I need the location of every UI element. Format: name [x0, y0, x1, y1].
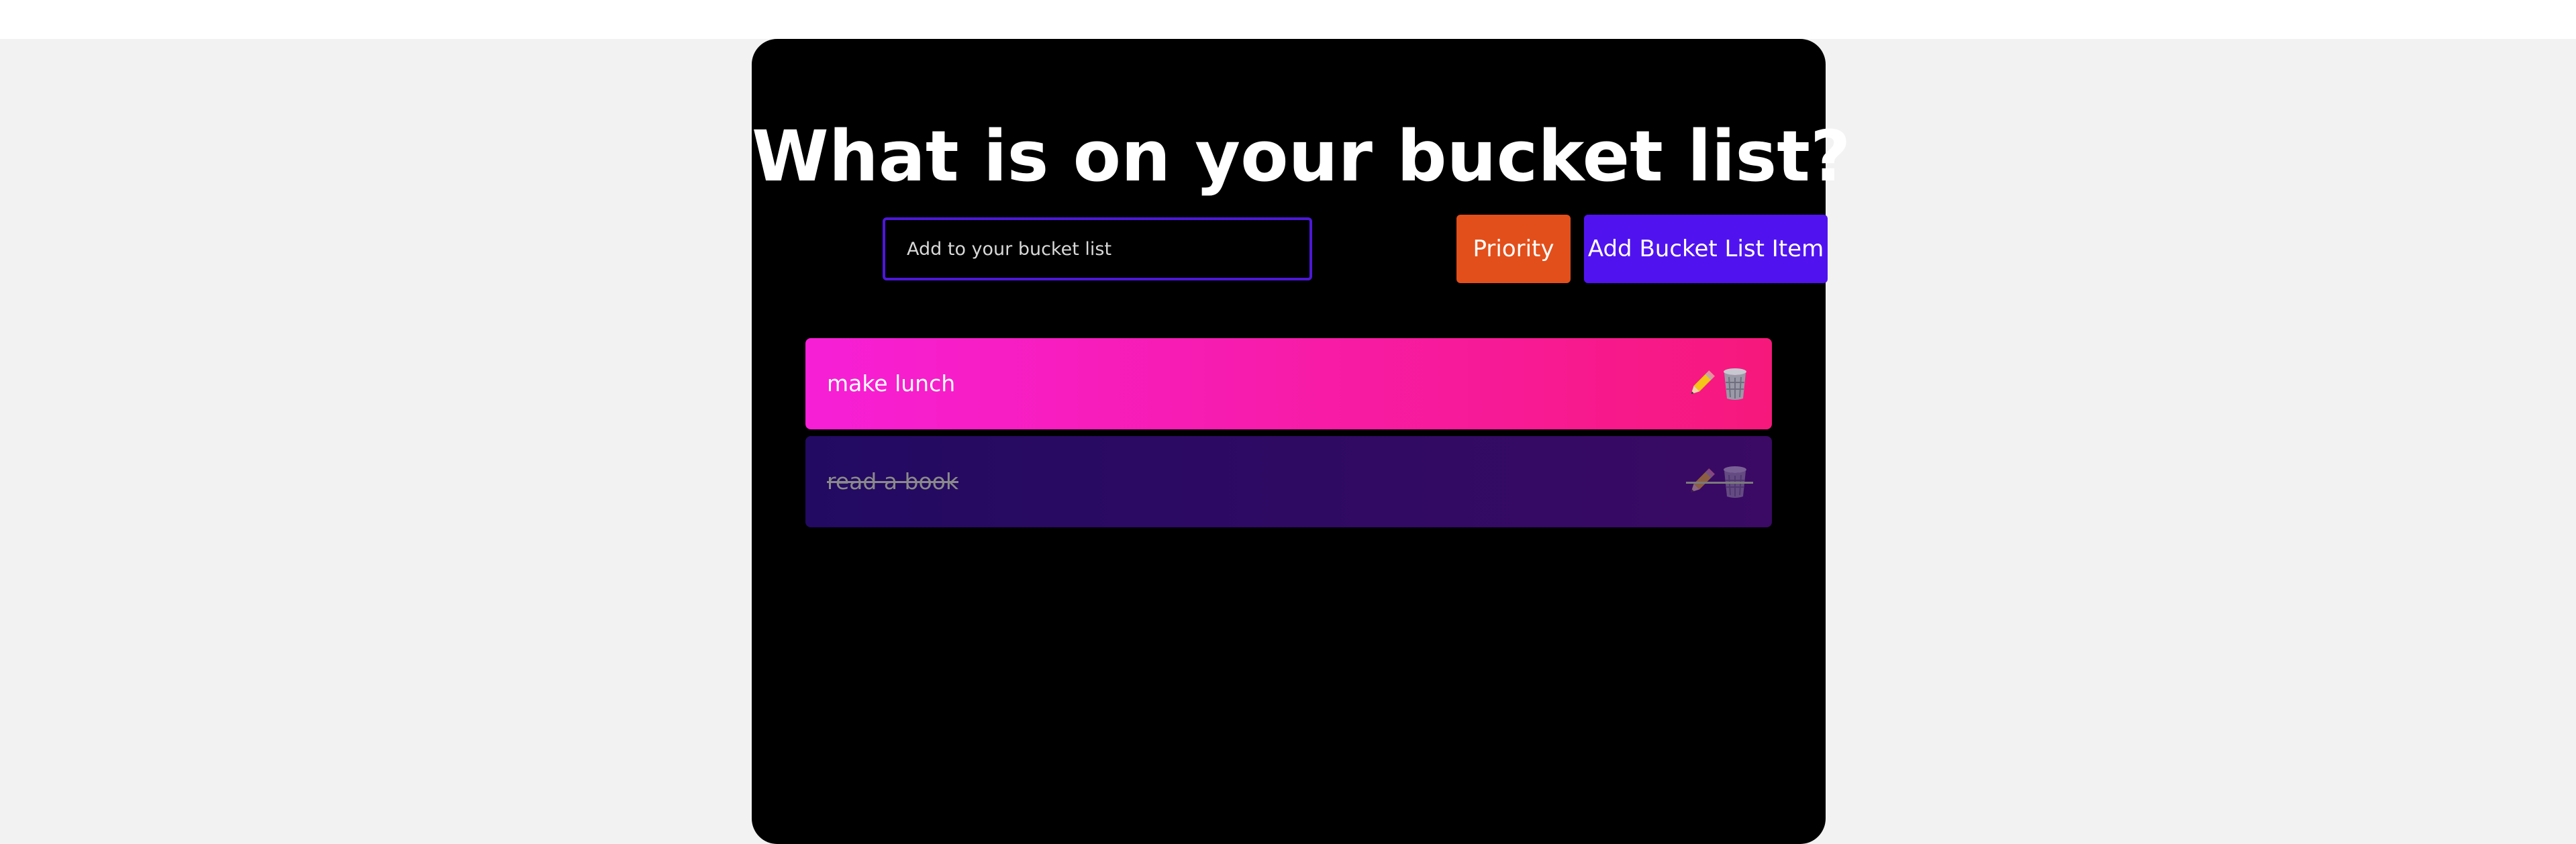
page-title: What is on your bucket list? — [752, 115, 1851, 197]
wastebasket-icon[interactable] — [1720, 365, 1750, 403]
list-item-label[interactable]: read a book — [827, 436, 958, 527]
pencil-icon[interactable] — [1686, 463, 1717, 500]
add-bucket-list-item-button[interactable]: Add Bucket List Item — [1584, 215, 1828, 283]
list-item-label[interactable]: make lunch — [827, 338, 955, 429]
bucket-list-app: What is on your bucket list? Priority Ad… — [752, 39, 1851, 844]
bucket-list: make lunch read a book — [805, 338, 1772, 534]
bucket-list-input[interactable] — [883, 217, 1312, 280]
wastebasket-icon[interactable] — [1720, 463, 1750, 500]
priority-button[interactable]: Priority — [1456, 215, 1571, 283]
list-item[interactable]: make lunch — [805, 338, 1772, 429]
pencil-icon[interactable] — [1686, 365, 1717, 403]
list-item-actions — [1686, 365, 1750, 403]
list-item[interactable]: read a book — [805, 436, 1772, 527]
list-item-actions — [1686, 463, 1753, 500]
